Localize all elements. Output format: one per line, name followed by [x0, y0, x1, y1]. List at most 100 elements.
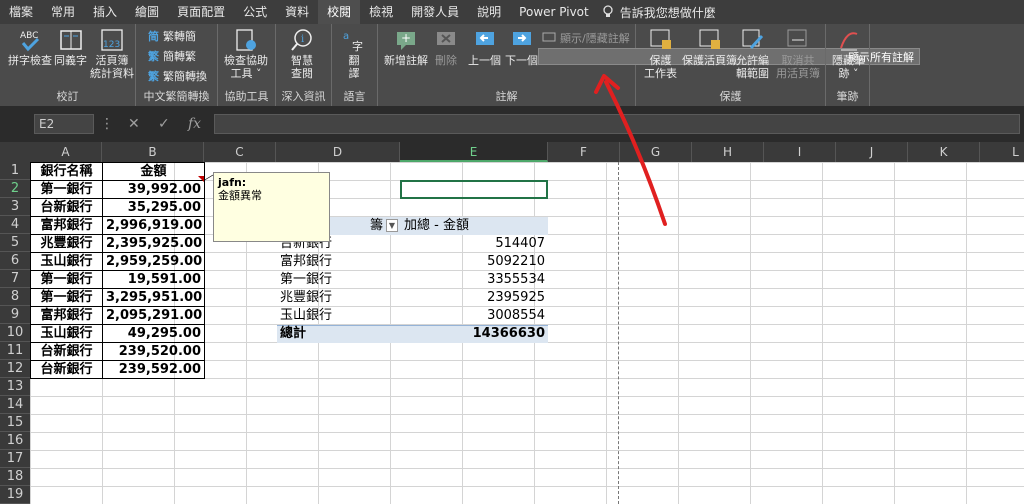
- column-header-j[interactable]: J: [836, 142, 908, 162]
- protect-sheet-button[interactable]: 保護 工作表: [644, 28, 677, 80]
- row-header-1[interactable]: 1: [0, 162, 30, 180]
- table-cell-bank[interactable]: 台新銀行: [31, 343, 102, 361]
- table-cell-amount[interactable]: 239,592.00: [103, 361, 204, 379]
- table-cell-amount[interactable]: 19,591.00: [103, 271, 204, 289]
- row-header-9[interactable]: 9: [0, 306, 30, 324]
- pivot-row-bank[interactable]: 玉山銀行: [277, 307, 400, 325]
- row-header-15[interactable]: 15: [0, 414, 30, 432]
- unshare-workbook-button[interactable]: 取消共 用活頁簿: [776, 28, 820, 80]
- hide-ink-button[interactable]: 隱藏筆 跡 ˅: [832, 28, 865, 80]
- tab-formulas[interactable]: 公式: [234, 0, 276, 24]
- pivot-row-bank[interactable]: 第一銀行: [277, 271, 400, 289]
- tab-insert[interactable]: 插入: [84, 0, 126, 24]
- table-cell-amount[interactable]: 3,295,951.00: [103, 289, 204, 307]
- row-header-5[interactable]: 5: [0, 234, 30, 252]
- table-cell-bank[interactable]: 第一銀行: [31, 289, 102, 307]
- row-header-6[interactable]: 6: [0, 252, 30, 270]
- smart-lookup-button[interactable]: i 智慧 查閱: [290, 28, 314, 80]
- table-cell-bank[interactable]: 富邦銀行: [31, 307, 102, 325]
- column-header-f[interactable]: F: [548, 142, 620, 162]
- spelling-button[interactable]: ABC 拼字檢查: [8, 28, 52, 67]
- table-cell-bank[interactable]: 富邦銀行: [31, 217, 102, 235]
- row-header-16[interactable]: 16: [0, 432, 30, 450]
- protect-workbook-button[interactable]: 保護活頁簿: [682, 28, 737, 67]
- table-cell-bank[interactable]: 台新銀行: [31, 361, 102, 379]
- pivot-value-header[interactable]: 加總 - 金額: [401, 217, 548, 235]
- table-cell-bank[interactable]: 第一銀行: [31, 271, 102, 289]
- column-header-e[interactable]: E: [400, 142, 548, 162]
- tab-draw[interactable]: 繪圖: [126, 0, 168, 24]
- table-cell-amount[interactable]: 49,295.00: [103, 325, 204, 343]
- header-bank-name[interactable]: 銀行名稱: [31, 163, 102, 181]
- header-amount[interactable]: 金額: [103, 163, 204, 181]
- table-cell-amount[interactable]: 2,095,291.00: [103, 307, 204, 325]
- table-cell-amount[interactable]: 35,295.00: [103, 199, 204, 217]
- pivot-row-bank[interactable]: 兆豐銀行: [277, 289, 400, 307]
- column-header-b[interactable]: B: [102, 142, 204, 162]
- previous-comment-button[interactable]: 上一個: [468, 28, 501, 67]
- tab-file[interactable]: 檔案: [0, 0, 42, 24]
- tab-home[interactable]: 常用: [42, 0, 84, 24]
- active-cell-e2[interactable]: [400, 180, 548, 199]
- row-header-7[interactable]: 7: [0, 270, 30, 288]
- simp-to-trad-button[interactable]: 繁簡轉繁: [148, 48, 196, 64]
- column-header-d[interactable]: D: [276, 142, 400, 162]
- check-accessibility-button[interactable]: 檢查協助 工具 ˅: [224, 28, 268, 80]
- thesaurus-button[interactable]: 同義字: [54, 28, 87, 67]
- pivot-row-value[interactable]: 3008554: [401, 307, 548, 325]
- trad-to-simp-button[interactable]: 简繁轉簡: [148, 28, 196, 44]
- pivot-row-value[interactable]: 5092210: [401, 253, 548, 271]
- insert-function-icon[interactable]: fx: [188, 116, 201, 132]
- column-header-a[interactable]: A: [30, 142, 102, 162]
- table-cell-amount[interactable]: 239,520.00: [103, 343, 204, 361]
- row-header-14[interactable]: 14: [0, 396, 30, 414]
- workbook-stats-button[interactable]: 123 活頁簿 統計資料: [90, 28, 134, 80]
- row-header-13[interactable]: 13: [0, 378, 30, 396]
- row-header-8[interactable]: 8: [0, 288, 30, 306]
- row-header-4[interactable]: 4: [0, 216, 30, 234]
- column-header-i[interactable]: I: [764, 142, 836, 162]
- column-header-l[interactable]: L: [980, 142, 1024, 162]
- table-cell-bank[interactable]: 台新銀行: [31, 199, 102, 217]
- table-cell-bank[interactable]: 玉山銀行: [31, 325, 102, 343]
- chinese-convert-button[interactable]: 繁繁簡轉換: [148, 68, 207, 84]
- row-header-2[interactable]: 2: [0, 180, 30, 198]
- pivot-filter-dropdown-icon[interactable]: ▼: [386, 219, 398, 232]
- tab-help[interactable]: 說明: [468, 0, 510, 24]
- tab-page-layout[interactable]: 頁面配置: [168, 0, 234, 24]
- row-header-18[interactable]: 18: [0, 468, 30, 486]
- row-header-17[interactable]: 17: [0, 450, 30, 468]
- delete-comment-button[interactable]: 刪除: [434, 28, 458, 67]
- pivot-row-value[interactable]: 3355534: [401, 271, 548, 289]
- row-header-12[interactable]: 12: [0, 360, 30, 378]
- pivot-total-value[interactable]: 14366630: [401, 325, 548, 343]
- row-header-3[interactable]: 3: [0, 198, 30, 216]
- table-cell-amount[interactable]: 39,992.00: [103, 181, 204, 199]
- row-header-11[interactable]: 11: [0, 342, 30, 360]
- tab-developer[interactable]: 開發人員: [402, 0, 468, 24]
- tab-view[interactable]: 檢視: [360, 0, 402, 24]
- new-comment-button[interactable]: + 新增註解: [384, 28, 428, 67]
- tab-review[interactable]: 校閱: [318, 0, 361, 24]
- row-header-10[interactable]: 10: [0, 324, 30, 342]
- pivot-total-label[interactable]: 總計: [277, 325, 400, 343]
- translate-button[interactable]: a字 翻 譯: [342, 28, 366, 80]
- column-header-k[interactable]: K: [908, 142, 980, 162]
- cancel-icon[interactable]: ✕: [128, 116, 140, 132]
- name-box[interactable]: E2: [34, 114, 94, 134]
- table-cell-bank[interactable]: 兆豐銀行: [31, 235, 102, 253]
- formula-input[interactable]: [214, 114, 1020, 134]
- table-cell-amount[interactable]: 2,959,259.00: [103, 253, 204, 271]
- table-cell-bank[interactable]: 第一銀行: [31, 181, 102, 199]
- column-header-c[interactable]: C: [204, 142, 276, 162]
- table-cell-amount[interactable]: 2,996,919.00: [103, 217, 204, 235]
- row-header-19[interactable]: 19: [0, 486, 30, 504]
- allow-edit-ranges-button[interactable]: 允許編 輯範圍: [736, 28, 769, 80]
- enter-icon[interactable]: ✓: [158, 116, 170, 132]
- table-cell-amount[interactable]: 2,395,925.00: [103, 235, 204, 253]
- pivot-row-value[interactable]: 514407: [401, 235, 548, 253]
- next-comment-button[interactable]: 下一個: [505, 28, 538, 67]
- tab-data[interactable]: 資料: [276, 0, 318, 24]
- table-cell-bank[interactable]: 玉山銀行: [31, 253, 102, 271]
- column-header-g[interactable]: G: [620, 142, 692, 162]
